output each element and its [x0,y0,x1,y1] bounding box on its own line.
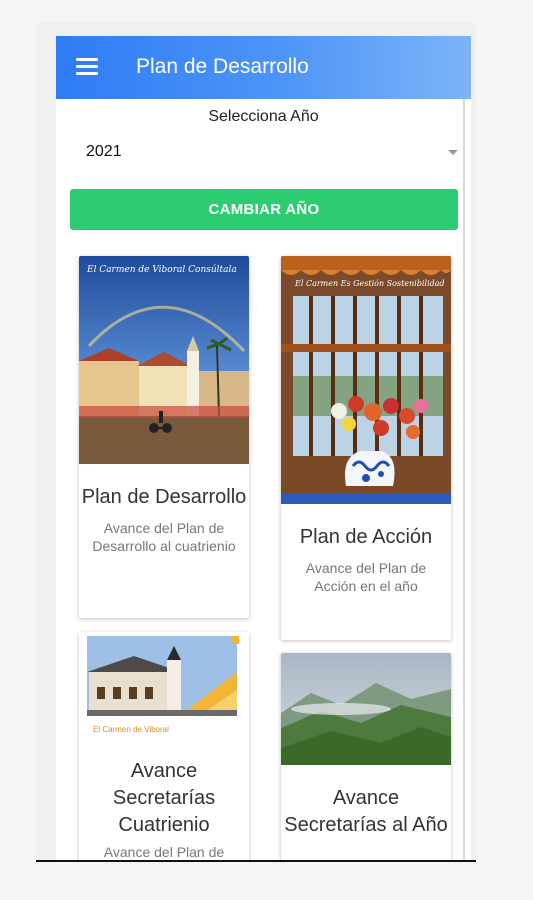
card-plan-accion[interactable]: El Carmen Es Gestión Sostenibilidad Plan… [281,256,451,640]
change-year-button[interactable]: CAMBIAR AÑO [70,189,458,230]
town-plaza-photo: El Carmen de Viboral Consúltala [79,256,249,464]
chevron-down-icon [448,150,458,155]
hamburger-menu-icon[interactable] [76,58,98,78]
card-description: Avance del Plan de Desarrollo al cuatrie… [92,520,236,554]
card-plan-desarrollo[interactable]: El Carmen de Viboral Consúltala Plan de … [79,256,249,618]
mountains-photo [281,653,451,765]
municipal-building-image: El Carmen de Viboral [79,632,249,742]
card-image-overlay-text: El Carmen Es Gestión Sostenibilidad [294,279,445,288]
year-select-label: Selecciona Año [208,108,319,125]
year-select-value: 2021 [86,143,122,160]
app-title: Plan de Desarrollo [136,55,309,78]
flower-vase-photo: El Carmen Es Gestión Sostenibilidad [281,256,451,504]
card-title: Plan de Desarrollo [81,486,247,508]
card-avance-secretarias-cuatrienio[interactable]: El Carmen de Viboral Avance Secretarías … [79,632,249,860]
app-window: Plan de Desarrollo Selecciona Año 2021 C… [56,36,471,860]
card-title: Avance Secretarías al Año [284,787,448,836]
card-image-overlay-text: El Carmen de Viboral [93,725,169,734]
year-select[interactable]: 2021 [78,136,458,170]
card-title: Plan de Acción [299,526,433,548]
scrollbar-track[interactable] [463,99,465,860]
card-description: Avance del Plan de [103,844,225,860]
card-title: Avance Secretarías Cuatrienio [112,760,216,836]
app-bar: Plan de Desarrollo [56,36,471,99]
card-image-overlay-text: El Carmen de Viboral Consúltala [86,264,237,275]
card-description: Avance del Plan de Acción en el año [305,560,427,594]
frame-bottom-border [36,860,476,862]
card-avance-secretarias-ano[interactable]: Avance Secretarías al Año [281,653,451,860]
